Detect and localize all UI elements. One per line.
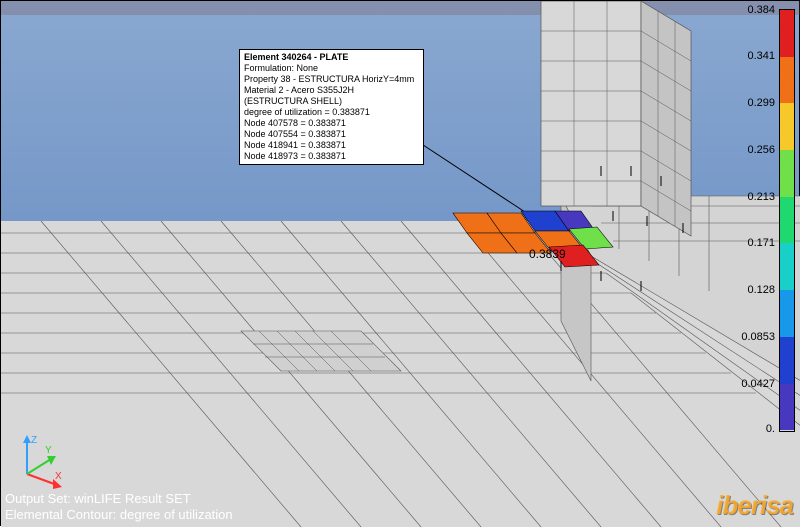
element-value-annotation: 0.3839 xyxy=(529,247,566,261)
legend-tick: 0.256 xyxy=(747,144,775,156)
legend-seg xyxy=(780,337,794,384)
tooltip-line: degree of utilization = 0.383871 xyxy=(244,107,419,118)
legend-tick: 0. xyxy=(766,423,775,435)
tooltip-line: Material 2 - Acero S355J2H (ESTRUCTURA S… xyxy=(244,85,419,107)
legend-tick: 0.341 xyxy=(747,50,775,62)
axis-triad[interactable]: Z X Y xyxy=(7,429,67,489)
legend-seg xyxy=(780,150,794,197)
tooltip-line: Property 38 - ESTRUCTURA HorizY=4mm xyxy=(244,74,419,85)
legend-tick: 0.128 xyxy=(747,284,775,296)
tooltip-line: Node 407554 = 0.383871 xyxy=(244,129,419,140)
output-set-label: Output Set: winLIFE Result SET xyxy=(5,491,233,507)
legend-seg xyxy=(780,197,794,244)
tooltip-line: Node 418941 = 0.383871 xyxy=(244,140,419,151)
legend-tick: 0.213 xyxy=(747,191,775,203)
axis-z-label: Z xyxy=(31,435,37,446)
color-legend: 0.384 0.341 0.299 0.256 0.213 0.171 0.12… xyxy=(745,5,795,435)
axis-y-label: Y xyxy=(45,445,52,456)
axis-x-label: X xyxy=(55,471,62,482)
watermark-logo: iberisa xyxy=(716,490,793,521)
element-tooltip: Element 340264 - PLATE Formulation: None… xyxy=(239,49,424,165)
fem-viewport[interactable]: 0.3839 Element 340264 - PLATE Formulatio… xyxy=(0,0,800,526)
tooltip-line: Formulation: None xyxy=(244,63,419,74)
legend-tick: 0.384 xyxy=(747,4,775,16)
legend-tick: 0.299 xyxy=(747,97,775,109)
legend-seg xyxy=(780,57,794,104)
tooltip-title: Element 340264 - PLATE xyxy=(244,52,419,63)
legend-seg xyxy=(780,10,794,57)
viewport-footer: Output Set: winLIFE Result SET Elemental… xyxy=(5,491,233,523)
legend-tick: 0.0853 xyxy=(741,331,775,343)
tooltip-line: Node 407578 = 0.383871 xyxy=(244,118,419,129)
contour-label: Elemental Contour: degree of utilization xyxy=(5,507,233,523)
tooltip-line: Node 418973 = 0.383871 xyxy=(244,151,419,162)
legend-tick: 0.171 xyxy=(747,237,775,249)
legend-seg xyxy=(780,103,794,150)
legend-seg xyxy=(780,243,794,290)
legend-bar xyxy=(779,9,795,432)
legend-tick: 0.0427 xyxy=(741,378,775,390)
legend-seg xyxy=(780,290,794,337)
legend-seg xyxy=(780,384,794,431)
